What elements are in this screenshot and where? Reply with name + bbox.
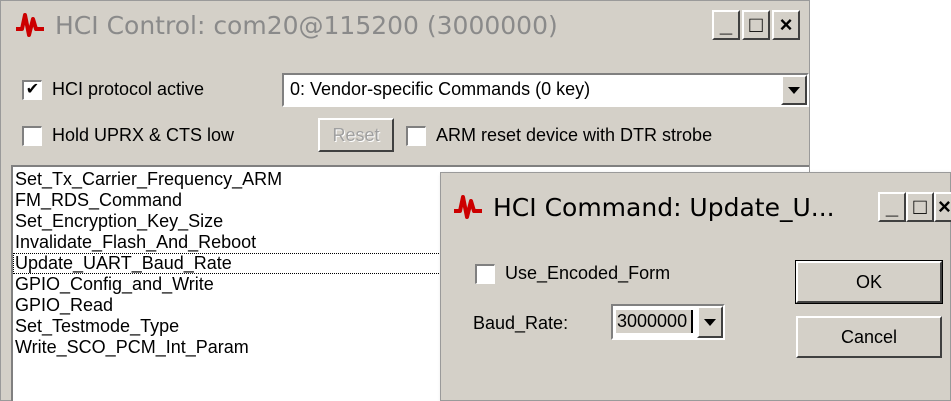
command-set-dropdown-button[interactable]: [781, 75, 807, 105]
waveform-icon: [453, 193, 483, 221]
dialog-close-button[interactable]: ×: [934, 192, 951, 222]
reset-button[interactable]: Reset: [318, 118, 394, 152]
use-encoded-form-label: Use_Encoded_Form: [505, 263, 671, 283]
chevron-down-icon: [788, 86, 800, 94]
command-set-select[interactable]: 0: Vendor-specific Commands (0 key): [282, 73, 809, 107]
cancel-button[interactable]: Cancel: [796, 316, 942, 358]
dialog-title: HCI Command: Update_U...: [493, 192, 835, 222]
dialog-maximize-button[interactable]: □: [906, 192, 934, 222]
dialog-title-bar[interactable]: HCI Command: Update_U...: [441, 173, 950, 241]
minimize-button[interactable]: _: [712, 10, 740, 40]
hold-uprx-checkbox[interactable]: [22, 125, 42, 146]
use-encoded-form-row: Use_Encoded_Form: [475, 263, 670, 284]
arm-reset-label: ARM reset device with DTR strobe: [436, 125, 713, 145]
hci-command-dialog: HCI Command: Update_U... _ □ × Use_Encod…: [440, 172, 951, 401]
arm-reset-row: ARM reset device with DTR strobe: [406, 125, 712, 146]
baud-rate-label: Baud_Rate:: [473, 313, 569, 333]
chevron-down-icon: [704, 318, 716, 326]
waveform-icon: [15, 11, 45, 39]
hci-protocol-active-checkbox[interactable]: ✔: [22, 79, 42, 100]
hci-protocol-active-label: HCI protocol active: [52, 79, 205, 99]
baud-rate-value: 3000000: [616, 310, 694, 333]
window-title: HCI Control: com20@115200 (3000000): [55, 10, 558, 40]
baud-rate-combo[interactable]: 3000000: [611, 304, 725, 340]
arm-reset-checkbox[interactable]: [406, 125, 426, 146]
hold-uprx-label: Hold UPRX & CTS low: [52, 125, 235, 145]
close-button[interactable]: ×: [772, 10, 800, 40]
command-set-value: 0: Vendor-specific Commands (0 key): [290, 79, 591, 99]
ok-button[interactable]: OK: [795, 260, 943, 304]
hci-protocol-active-row: ✔ HCI protocol active: [22, 79, 204, 100]
dialog-minimize-button[interactable]: _: [878, 192, 906, 222]
use-encoded-form-checkbox[interactable]: [475, 263, 495, 284]
baud-rate-dropdown-button[interactable]: [697, 306, 723, 338]
hold-uprx-row: Hold UPRX & CTS low: [22, 125, 234, 146]
main-title-bar[interactable]: HCI Control: com20@115200 (3000000): [1, 1, 809, 49]
maximize-button[interactable]: □: [742, 10, 770, 40]
